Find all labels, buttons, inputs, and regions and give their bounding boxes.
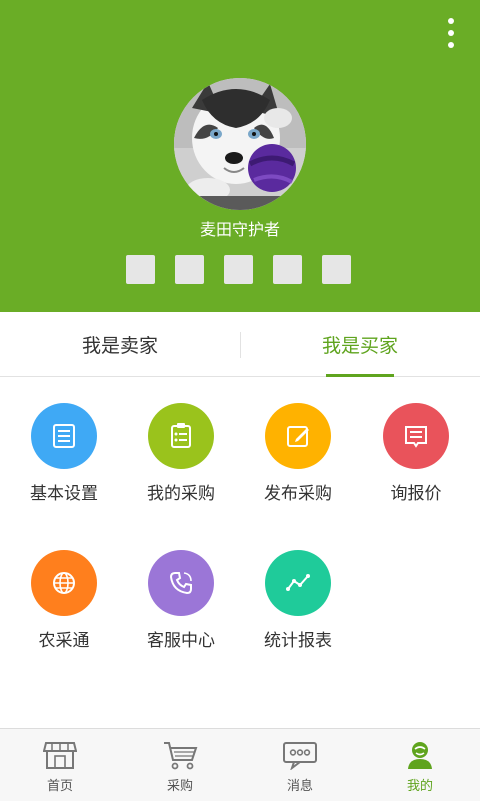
grid-item-nongcaitong[interactable]: 农采通 (4, 550, 124, 651)
grid-item-publish-purchase[interactable]: 发布采购 (238, 403, 358, 504)
nav-label: 我的 (406, 779, 433, 794)
nav-label: 消息 (286, 779, 313, 794)
tab-buyer[interactable]: 我是买家 (240, 312, 480, 377)
store-icon (43, 739, 77, 771)
grid-item-my-purchases[interactable]: 我的采购 (121, 403, 241, 504)
more-options-icon[interactable] (444, 18, 458, 48)
badge-placeholder (322, 255, 351, 284)
nickname: 麦田守护者 (199, 220, 280, 239)
tab-label: 我是卖家 (81, 334, 158, 357)
grid-item-label: 发布采购 (264, 484, 332, 504)
profile-header: 麦田守护者 (0, 0, 480, 312)
tab-active-indicator (326, 374, 394, 377)
grid-item-label: 客服中心 (147, 631, 215, 651)
grid-item-label: 我的采购 (147, 484, 215, 504)
more-dot (448, 42, 454, 48)
user-icon (405, 739, 435, 771)
more-dot (448, 30, 454, 36)
nav-label: 首页 (46, 779, 73, 794)
avatar[interactable] (174, 78, 306, 210)
grid-item-label: 农采通 (38, 631, 90, 651)
grid-item-basic-settings[interactable]: 基本设置 (4, 403, 124, 504)
phone-icon (148, 550, 214, 616)
grid-item-statistics-report[interactable]: 统计报表 (238, 550, 358, 651)
avatar-image (174, 78, 306, 210)
badge-placeholder (126, 255, 155, 284)
grid-item-customer-service[interactable]: 客服中心 (121, 550, 241, 651)
badge-row (126, 255, 351, 284)
chat-icon (282, 739, 318, 771)
grid-item-label: 统计报表 (264, 631, 332, 651)
message-icon (383, 403, 449, 469)
more-dot (448, 18, 454, 24)
grid-item-label: 询报价 (390, 484, 442, 504)
chart-line-icon (265, 550, 331, 616)
edit-note-icon (265, 403, 331, 469)
nav-purchase[interactable]: 采购 (120, 729, 240, 801)
badge-placeholder (175, 255, 204, 284)
badge-placeholder (273, 255, 302, 284)
bottom-navigation: 首页 采购 消息 我的 (0, 728, 480, 801)
globe-icon (31, 550, 97, 616)
grid-item-inquiry-quote[interactable]: 询报价 (356, 403, 476, 504)
nav-label: 采购 (166, 779, 193, 794)
nav-messages[interactable]: 消息 (240, 729, 360, 801)
tab-label: 我是买家 (321, 334, 398, 357)
clipboard-list-icon (148, 403, 214, 469)
tab-divider (240, 332, 241, 358)
badge-placeholder (224, 255, 253, 284)
cart-icon (162, 739, 198, 771)
tab-seller[interactable]: 我是卖家 (0, 312, 240, 376)
nav-mine[interactable]: 我的 (360, 729, 480, 801)
settings-doc-icon (31, 403, 97, 469)
grid-item-label: 基本设置 (30, 484, 98, 504)
nav-home[interactable]: 首页 (0, 729, 120, 801)
